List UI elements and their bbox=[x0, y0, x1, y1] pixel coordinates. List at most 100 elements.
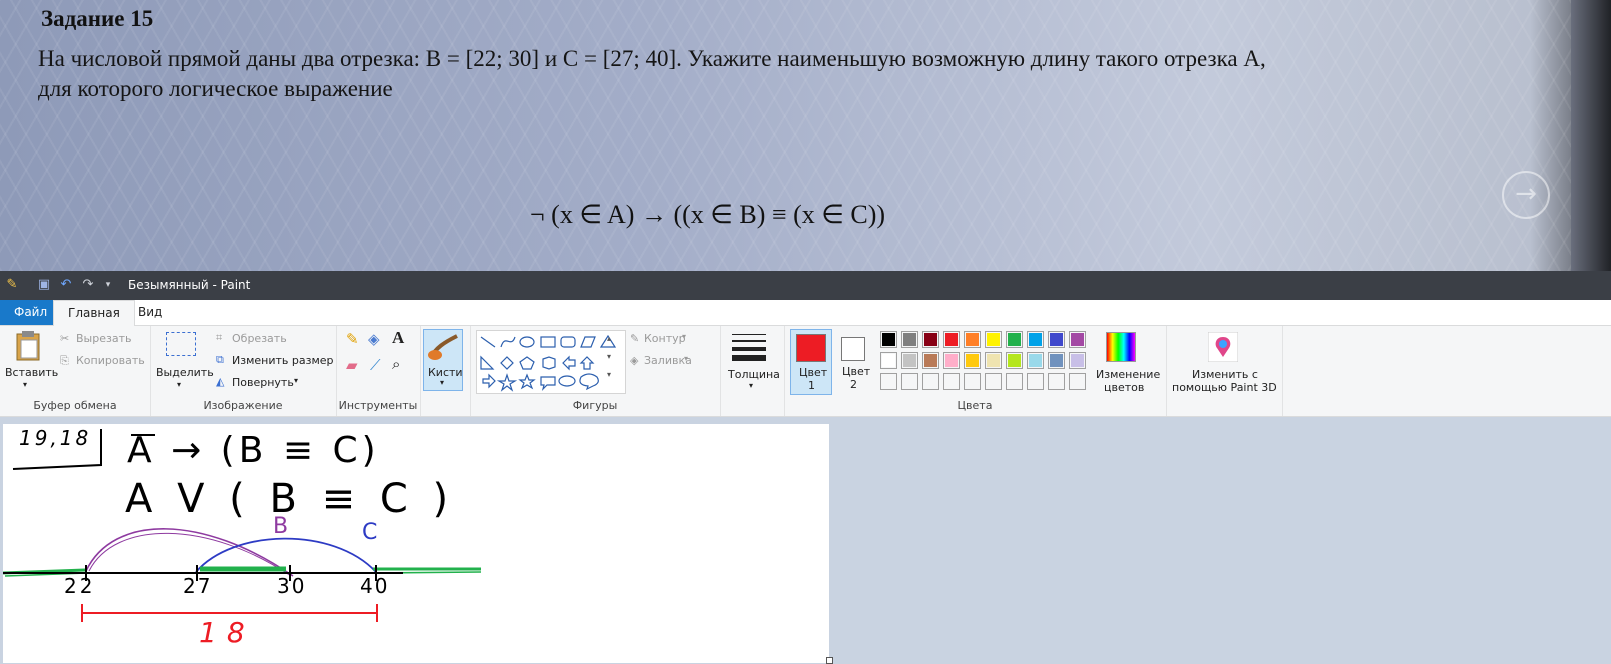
shapes-scroll-up-icon[interactable]: ▴ bbox=[607, 334, 611, 343]
size-dropdown-icon[interactable]: ▾ bbox=[749, 381, 753, 390]
palette-swatch[interactable] bbox=[1048, 352, 1065, 369]
resize-button[interactable]: Изменить размер bbox=[232, 354, 334, 367]
rotate-button[interactable]: Повернуть bbox=[232, 376, 294, 389]
label-c: C bbox=[362, 520, 378, 545]
palette-swatch[interactable] bbox=[1006, 331, 1023, 348]
color1-swatch bbox=[796, 334, 826, 362]
palette-swatch[interactable] bbox=[1048, 373, 1065, 390]
expression-2: A V ( B ≡ C ) bbox=[125, 476, 455, 522]
magnifier-icon[interactable]: ⌕ bbox=[392, 355, 400, 373]
palette-swatch[interactable] bbox=[964, 352, 981, 369]
image-group: Выделить ▾ ⌗ Обрезать ⧉ Изменить размер … bbox=[150, 326, 337, 416]
palette-swatch[interactable] bbox=[922, 352, 939, 369]
redo-icon[interactable]: ↷ bbox=[80, 277, 96, 293]
palette-swatch[interactable] bbox=[1048, 331, 1065, 348]
ribbon: Вставить ▾ ✂ Вырезать ⎘ Копировать Буфер… bbox=[0, 326, 1611, 417]
eraser-icon[interactable]: ▰ bbox=[346, 356, 358, 374]
photo-background-pattern bbox=[0, 0, 1611, 271]
shapes-gallery-icons[interactable] bbox=[477, 331, 625, 393]
shapes-scroll-down-icon[interactable]: ▾ bbox=[607, 352, 611, 361]
paste-icon[interactable] bbox=[14, 330, 42, 362]
paste-dropdown-icon[interactable]: ▾ bbox=[23, 380, 27, 389]
palette-swatch[interactable] bbox=[943, 331, 960, 348]
rotate-icon: ◭ bbox=[216, 375, 225, 388]
crop-button[interactable]: Обрезать bbox=[232, 332, 287, 345]
color2-swatch bbox=[841, 337, 865, 361]
palette-swatch[interactable] bbox=[922, 373, 939, 390]
colors-group: Цвет 1 Цвет 2 Изменение цветов Цвета bbox=[784, 326, 1167, 416]
palette-swatch[interactable] bbox=[901, 373, 918, 390]
palette-swatch[interactable] bbox=[1027, 352, 1044, 369]
task-formula: ¬ (x ∈ A) → ((x ∈ B) ≡ (x ∈ C)) bbox=[530, 200, 886, 229]
color2-number: 2 bbox=[850, 378, 857, 391]
palette-swatch[interactable] bbox=[1006, 373, 1023, 390]
size-button[interactable]: Толщина bbox=[728, 368, 780, 381]
colors-group-label: Цвета bbox=[957, 399, 993, 412]
palette-swatch[interactable] bbox=[943, 352, 960, 369]
length-label: 18 bbox=[199, 616, 255, 649]
paste-button[interactable]: Вставить bbox=[5, 366, 58, 379]
tab-view[interactable]: Вид bbox=[124, 300, 176, 325]
palette-swatch[interactable] bbox=[1006, 352, 1023, 369]
palette-swatch[interactable] bbox=[985, 373, 1002, 390]
select-button[interactable]: Выделить bbox=[156, 366, 214, 379]
palette-swatch[interactable] bbox=[1027, 373, 1044, 390]
save-icon[interactable]: ▣ bbox=[36, 277, 52, 293]
size-group: Толщина ▾ bbox=[720, 326, 785, 416]
pencil-icon[interactable]: ✎ bbox=[346, 330, 359, 348]
image-group-label: Изображение bbox=[203, 399, 283, 412]
select-dropdown-icon[interactable]: ▾ bbox=[177, 380, 181, 389]
palette-swatch[interactable] bbox=[985, 352, 1002, 369]
fill-dropdown-icon[interactable]: ▾ bbox=[684, 354, 688, 363]
color1-button[interactable]: Цвет 1 bbox=[790, 329, 832, 395]
fill-bucket-icon[interactable]: ◈ bbox=[368, 330, 380, 348]
paint3d-label-2[interactable]: помощью Paint 3D bbox=[1172, 381, 1277, 394]
undo-icon[interactable]: ↶ bbox=[58, 277, 74, 293]
palette-swatch[interactable] bbox=[901, 331, 918, 348]
brushes-group: Кисти ▾ bbox=[420, 326, 471, 416]
palette-swatch[interactable] bbox=[985, 331, 1002, 348]
palette-swatch[interactable] bbox=[880, 352, 897, 369]
select-icon[interactable] bbox=[166, 332, 196, 356]
palette-swatch[interactable] bbox=[880, 331, 897, 348]
line-thickness-icon[interactable] bbox=[732, 332, 772, 362]
quick-access-dropdown-icon[interactable]: ▾ bbox=[100, 277, 116, 293]
tab-file[interactable]: Файл bbox=[0, 300, 54, 325]
tick-label-22: 22 bbox=[64, 574, 96, 598]
book-spine bbox=[1571, 0, 1611, 271]
edit-colors-label-1[interactable]: Изменение bbox=[1096, 368, 1160, 381]
color-picker-icon[interactable]: ⟋ bbox=[370, 356, 381, 374]
shapes-gallery bbox=[476, 330, 626, 394]
palette-swatch[interactable] bbox=[1069, 373, 1086, 390]
palette-swatch[interactable] bbox=[1027, 331, 1044, 348]
palette-swatch[interactable] bbox=[964, 373, 981, 390]
paint3d-label-1[interactable]: Изменить с bbox=[1192, 368, 1258, 381]
text-icon[interactable]: A bbox=[392, 328, 404, 348]
rotate-dropdown-icon[interactable]: ▾ bbox=[294, 376, 298, 385]
copy-icon: ⎘ bbox=[60, 354, 69, 367]
edit-colors-icon[interactable] bbox=[1106, 332, 1136, 362]
edit-colors-label-2[interactable]: цветов bbox=[1104, 381, 1144, 394]
palette-swatch[interactable] bbox=[901, 352, 918, 369]
brushes-button[interactable]: Кисти ▾ bbox=[423, 329, 463, 391]
palette-swatch[interactable] bbox=[880, 373, 897, 390]
palette-swatch[interactable] bbox=[943, 373, 960, 390]
paint3d-icon[interactable] bbox=[1208, 332, 1238, 362]
copy-button[interactable]: Копировать bbox=[76, 354, 145, 367]
brush-icon bbox=[428, 334, 458, 360]
palette-swatch[interactable] bbox=[1069, 331, 1086, 348]
shapes-more-icon[interactable]: ▾ bbox=[607, 370, 611, 379]
fill-icon: ◈ bbox=[630, 354, 639, 367]
cut-button[interactable]: Вырезать bbox=[76, 332, 131, 345]
outline-dropdown-icon[interactable]: ▾ bbox=[682, 332, 686, 341]
crop-icon: ⌗ bbox=[216, 331, 223, 344]
paint-app-icon: ✎ bbox=[6, 277, 18, 292]
tab-home[interactable]: Главная bbox=[53, 300, 135, 327]
resize-icon: ⧉ bbox=[216, 353, 224, 366]
outline-button[interactable]: Контур bbox=[644, 332, 686, 345]
palette-swatch[interactable] bbox=[1069, 352, 1086, 369]
drawing-canvas[interactable]: 19,18 A → (B ≡ C) A V ( B ≡ C ) B C 22 2… bbox=[3, 424, 829, 663]
palette-swatch[interactable] bbox=[922, 331, 939, 348]
palette-swatch[interactable] bbox=[964, 331, 981, 348]
color2-button[interactable]: Цвет 2 bbox=[834, 329, 874, 393]
